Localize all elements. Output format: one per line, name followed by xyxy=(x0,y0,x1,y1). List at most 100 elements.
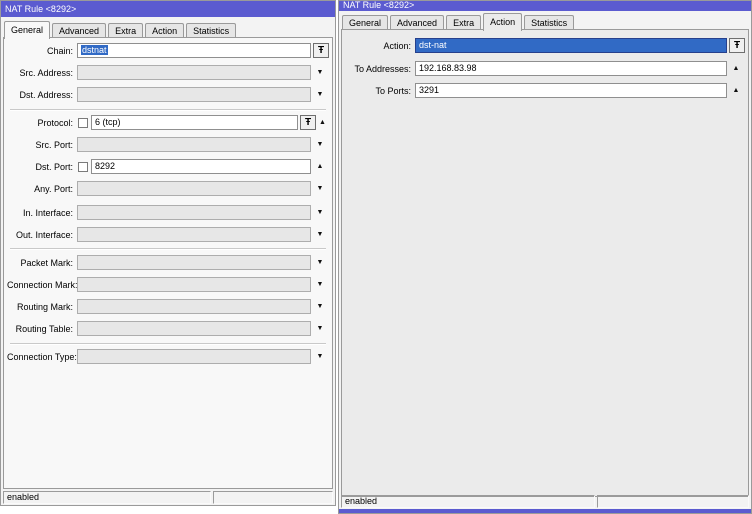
field-row-routing-table: Routing Table: ▼ xyxy=(7,321,329,336)
routing-mark-expand[interactable]: ▼ xyxy=(311,299,329,314)
connection-type-combo[interactable] xyxy=(77,349,311,364)
in-interface-label: In. Interface: xyxy=(22,207,73,218)
out-interface-expand[interactable]: ▼ xyxy=(311,227,329,242)
any-port-expand[interactable]: ▼ xyxy=(311,181,329,196)
src-port-expand[interactable]: ▼ xyxy=(311,137,329,152)
chevron-down-icon: ▼ xyxy=(316,353,324,360)
nat-rule-window-general: NAT Rule <8292> General Advanced Extra A… xyxy=(0,0,336,506)
connection-mark-combo[interactable] xyxy=(77,277,311,292)
to-ports-collapse[interactable]: ▲ xyxy=(727,83,745,98)
tab-strip: General Advanced Extra Action Statistics xyxy=(342,11,576,31)
routing-mark-label: Routing Mark: xyxy=(16,301,73,312)
field-row-action: Action: dst-nat Ŧ xyxy=(345,38,745,53)
field-row-connection-type: Connection Type: ▼ xyxy=(7,349,329,364)
any-port-combo[interactable] xyxy=(77,181,311,196)
packet-mark-expand[interactable]: ▼ xyxy=(311,255,329,270)
chevron-down-icon: ▼ xyxy=(316,209,324,216)
routing-table-expand[interactable]: ▼ xyxy=(311,321,329,336)
field-row-any-port: Any. Port: ▼ xyxy=(7,181,329,196)
to-addresses-collapse[interactable]: ▲ xyxy=(727,61,745,76)
chevron-down-icon: ▼ xyxy=(316,281,324,288)
chain-dropdown-button[interactable]: Ŧ xyxy=(313,43,329,58)
protocol-label: Protocol: xyxy=(37,117,73,128)
in-interface-combo[interactable] xyxy=(77,205,311,220)
connection-type-label: Connection Type: xyxy=(7,351,77,362)
to-ports-input[interactable]: 3291 xyxy=(415,83,727,98)
src-address-expand[interactable]: ▼ xyxy=(311,65,329,80)
status-bar: enabled xyxy=(341,495,749,508)
routing-mark-combo[interactable] xyxy=(77,299,311,314)
dst-port-input[interactable]: 8292 xyxy=(91,159,311,174)
connection-type-expand[interactable]: ▼ xyxy=(311,349,329,364)
general-tab-page: Chain: dstnat Ŧ Src. Address: ▼ Dst. Add… xyxy=(3,37,333,489)
group-separator xyxy=(10,109,326,111)
field-row-chain: Chain: dstnat Ŧ xyxy=(7,43,329,58)
action-dropdown-button[interactable]: Ŧ xyxy=(729,38,745,53)
chevron-down-icon: ▼ xyxy=(316,185,324,192)
field-row-connection-mark: Connection Mark: ▼ xyxy=(7,277,329,292)
chevron-up-icon: ▲ xyxy=(316,163,324,170)
field-row-src-address: Src. Address: ▼ xyxy=(7,65,329,80)
chevron-down-icon: ▼ xyxy=(316,141,324,148)
any-port-label: Any. Port: xyxy=(34,183,73,194)
group-separator xyxy=(10,248,326,250)
chain-selected-text: dstnat xyxy=(81,45,108,55)
tab-general[interactable]: General xyxy=(4,21,51,39)
field-row-dst-address: Dst. Address: ▼ xyxy=(7,87,329,102)
tab-extra[interactable]: Extra xyxy=(446,15,482,30)
dst-port-not-checkbox[interactable] xyxy=(78,161,88,172)
dst-address-combo[interactable] xyxy=(77,87,311,102)
tab-extra[interactable]: Extra xyxy=(108,23,144,38)
packet-mark-combo[interactable] xyxy=(77,255,311,270)
in-interface-expand[interactable]: ▼ xyxy=(311,205,329,220)
src-port-combo[interactable] xyxy=(77,137,311,152)
field-row-in-interface: In. Interface: ▼ xyxy=(7,205,329,220)
protocol-dropdown-button[interactable]: Ŧ xyxy=(300,115,316,130)
field-row-protocol: Protocol: 6 (tcp) Ŧ ▲ xyxy=(7,115,329,130)
chevron-down-icon: ▼ xyxy=(316,69,324,76)
tab-statistics[interactable]: Statistics xyxy=(524,15,575,30)
protocol-not-checkbox[interactable] xyxy=(78,117,88,128)
dst-port-collapse[interactable]: ▲ xyxy=(311,159,329,174)
window-title: NAT Rule <8292> xyxy=(343,1,415,10)
tab-action[interactable]: Action xyxy=(145,23,185,38)
dropdown-list-icon: Ŧ xyxy=(733,40,741,51)
chevron-down-icon: ▼ xyxy=(316,303,324,310)
action-input[interactable]: dst-nat xyxy=(415,38,727,53)
tab-action[interactable]: Action xyxy=(483,13,523,31)
src-port-label: Src. Port: xyxy=(35,139,73,150)
tab-general[interactable]: General xyxy=(342,15,389,30)
titlebar[interactable]: NAT Rule <8292> xyxy=(339,1,751,11)
to-ports-label: To Ports: xyxy=(375,85,411,96)
window-title: NAT Rule <8292> xyxy=(5,4,77,14)
chevron-down-icon: ▼ xyxy=(316,91,324,98)
titlebar[interactable]: NAT Rule <8292> xyxy=(1,1,335,17)
status-bar: enabled xyxy=(3,491,333,504)
dst-address-expand[interactable]: ▼ xyxy=(311,87,329,102)
chevron-up-icon: ▲ xyxy=(732,87,740,94)
tab-advanced[interactable]: Advanced xyxy=(390,15,445,30)
to-addresses-input[interactable]: 192.168.83.98 xyxy=(415,61,727,76)
status-enabled: enabled xyxy=(341,495,595,508)
chevron-down-icon: ▼ xyxy=(316,259,324,266)
src-address-combo[interactable] xyxy=(77,65,311,80)
protocol-collapse[interactable]: ▲ xyxy=(316,115,329,130)
routing-table-combo[interactable] xyxy=(77,321,311,336)
src-address-label: Src. Address: xyxy=(19,67,73,78)
connection-mark-expand[interactable]: ▼ xyxy=(311,277,329,292)
status-enabled: enabled xyxy=(3,491,211,504)
field-row-out-interface: Out. Interface: ▼ xyxy=(7,227,329,242)
field-row-dst-port: Dst. Port: 8292 ▲ xyxy=(7,159,329,174)
out-interface-combo[interactable] xyxy=(77,227,311,242)
tab-advanced[interactable]: Advanced xyxy=(52,23,107,38)
to-addresses-label: To Addresses: xyxy=(354,63,411,74)
tab-statistics[interactable]: Statistics xyxy=(186,23,237,38)
field-row-packet-mark: Packet Mark: ▼ xyxy=(7,255,329,270)
packet-mark-label: Packet Mark: xyxy=(20,257,73,268)
dst-address-label: Dst. Address: xyxy=(19,89,73,100)
bottom-window-edge xyxy=(339,509,751,513)
dropdown-list-icon: Ŧ xyxy=(317,45,325,56)
chain-input[interactable]: dstnat xyxy=(77,43,311,58)
field-row-to-addresses: To Addresses: 192.168.83.98 ▲ xyxy=(345,61,745,76)
protocol-input[interactable]: 6 (tcp) xyxy=(91,115,298,130)
